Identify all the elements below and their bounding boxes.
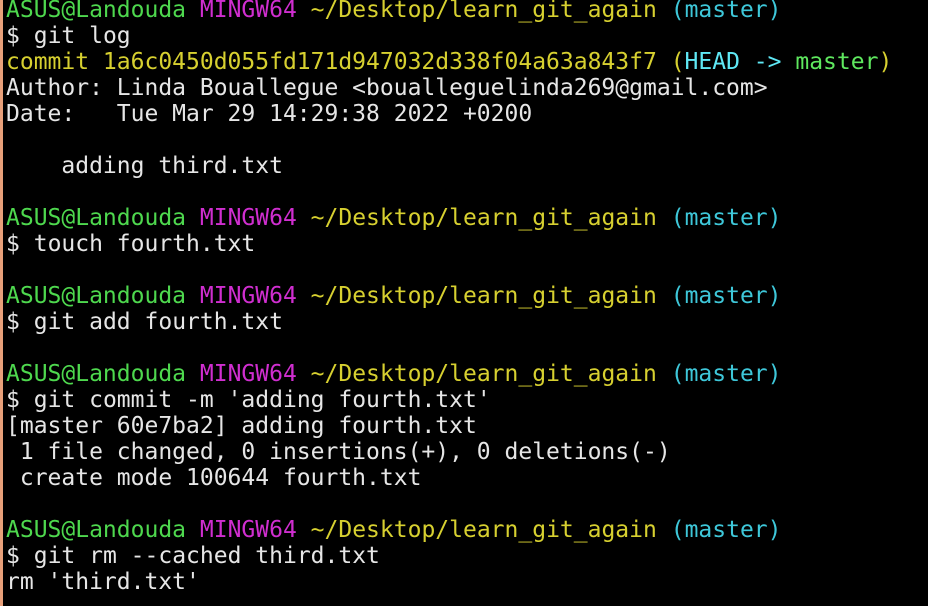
prompt-path: ~/Desktop/learn_git_again [310, 205, 657, 231]
prompt-path: ~/Desktop/learn_git_again [310, 283, 657, 309]
command-line: $ touch fourth.txt [6, 231, 928, 257]
prompt-user-host: ASUS@Landouda [6, 0, 187, 23]
prompt-branch: (master) [670, 283, 782, 309]
prompt-symbol: $ [6, 23, 20, 49]
prompt-system: MINGW64 [199, 0, 297, 23]
prompt-system: MINGW64 [199, 517, 297, 543]
prompt-user-host: ASUS@Landouda [6, 361, 187, 387]
prompt-line: ASUS@Landouda MINGW64 ~/Desktop/learn_gi… [6, 517, 928, 543]
prompt-path: ~/Desktop/learn_git_again [310, 361, 657, 387]
log-commit-line: commit 1a6c0450d055fd171d947032d338f04a6… [6, 49, 928, 75]
command-line: $ git log [6, 23, 928, 49]
command-line: $ git add fourth.txt [6, 309, 928, 335]
prompt-user-host: ASUS@Landouda [6, 205, 187, 231]
log-ref-branch: master [795, 49, 879, 75]
prompt-symbol: $ [6, 387, 20, 413]
prompt-line: ASUS@Landouda MINGW64 ~/Desktop/learn_gi… [6, 361, 928, 387]
prompt-branch: (master) [670, 517, 782, 543]
prompt-path: ~/Desktop/learn_git_again [310, 0, 657, 23]
log-ref-close: ) [878, 49, 893, 75]
command-text: touch fourth.txt [33, 231, 256, 257]
prompt-user-host: ASUS@Landouda [6, 283, 187, 309]
commit-output-line: create mode 100644 fourth.txt [6, 465, 422, 491]
log-message: adding third.txt [6, 153, 283, 179]
prompt-line: ASUS@Landouda MINGW64 ~/Desktop/learn_gi… [6, 205, 928, 231]
log-ref-open: ( [670, 49, 685, 75]
commit-output-line: 1 file changed, 0 insertions(+), 0 delet… [6, 439, 671, 465]
prompt-user-host: ASUS@Landouda [6, 517, 187, 543]
prompt-branch: (master) [670, 361, 782, 387]
log-author: Author: Linda Bouallegue <bouallegue​lin… [6, 75, 768, 101]
command-line: $ git commit -m 'adding fourth.txt' [6, 387, 928, 413]
command-line: $ git rm --cached third.txt [6, 543, 928, 569]
command-text: git commit -m 'adding fourth.txt' [33, 387, 491, 413]
prompt-line: ASUS@Landouda MINGW64 ~/Desktop/learn_gi… [6, 0, 928, 23]
prompt-branch: (master) [670, 0, 782, 23]
rm-output-line: rm 'third.txt' [6, 569, 200, 595]
log-ref-head: HEAD -> [684, 49, 782, 75]
log-date: Date: Tue Mar 29 14:29:38 2022 +0200 [6, 101, 533, 127]
prompt-line: ASUS@Landouda MINGW64 ~/Desktop/learn_gi… [6, 283, 928, 309]
prompt-branch: (master) [670, 205, 782, 231]
prompt-symbol: $ [6, 231, 20, 257]
command-text: git add fourth.txt [33, 309, 283, 335]
prompt-symbol: $ [6, 543, 20, 569]
log-commit-hash: commit 1a6c0450d055fd171d947032d338f04a6… [6, 49, 657, 75]
prompt-system: MINGW64 [199, 283, 297, 309]
prompt-path: ~/Desktop/learn_git_again [310, 517, 657, 543]
prompt-symbol: $ [6, 309, 20, 335]
prompt-system: MINGW64 [199, 361, 297, 387]
command-text: git rm --cached third.txt [33, 543, 380, 569]
command-text: git log [33, 23, 131, 49]
commit-output-line: [master 60e7ba2] adding fourth.txt [6, 413, 477, 439]
prompt-system: MINGW64 [199, 205, 297, 231]
terminal-window[interactable]: ASUS@Landouda MINGW64 ~/Desktop/learn_gi… [0, 0, 928, 606]
